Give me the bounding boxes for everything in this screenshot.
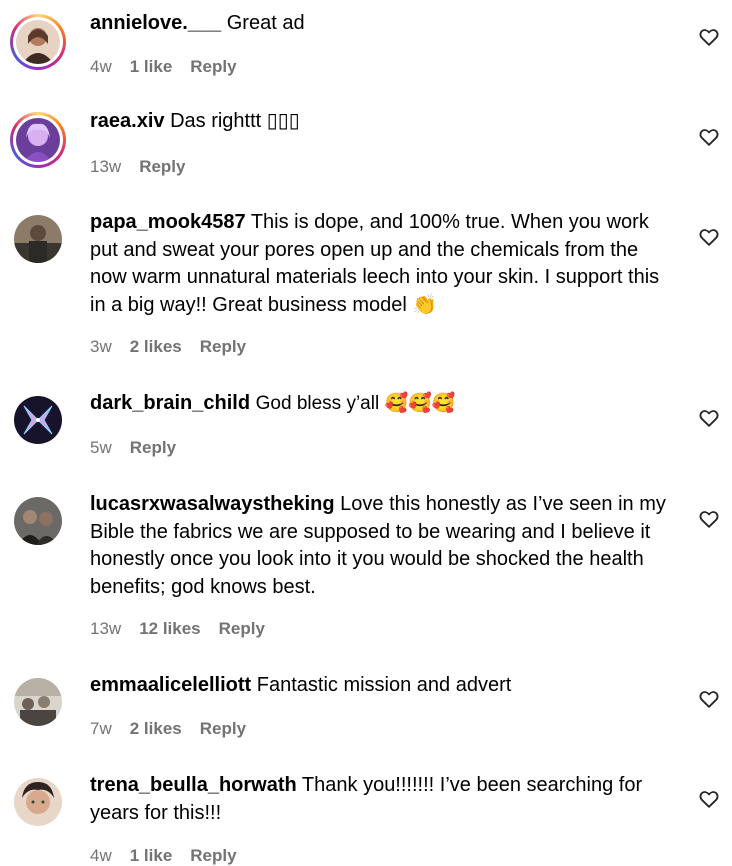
reply-button[interactable]: Reply [190,57,236,76]
comment-text: dark_brain_child God bless y’all 🥰🥰🥰 [90,390,680,418]
comments-list: annielove.___ Great ad 4w 1 like Reply rae… [0,0,732,865]
reply-button[interactable]: Reply [200,719,246,738]
comment-meta: 7w 2 likes Reply [90,719,264,739]
comment-text: trena_beulla_horwath Thank you!!!!!!! I’… [90,772,680,827]
avatar[interactable] [10,213,66,269]
reply-button[interactable]: Reply [219,619,265,638]
comment-meta: 5w Reply [90,438,194,458]
comment-text: raea.xiv Das righttt ▯▯▯ [90,108,680,136]
reply-button[interactable]: Reply [139,157,185,176]
heart-outline-icon[interactable] [698,126,720,148]
username-link[interactable]: lucasrxwasalwaystheking [90,493,335,515]
heart-outline-icon[interactable] [698,788,720,810]
comment-meta: 13w 12 likes Reply [90,619,283,639]
comment-time: 13w [90,619,122,638]
likes-count[interactable]: 2 likes [130,719,182,738]
comment-meta: 4w 1 like Reply [90,57,255,77]
comment-text: emmaalicelelliott Fantastic mission and … [90,672,680,700]
username-link[interactable]: raea.xiv [90,110,165,132]
heart-outline-icon[interactable] [698,508,720,530]
likes-count[interactable]: 2 likes [130,337,182,356]
comment-text: papa_mook4587 This is dope, and 100% tru… [90,209,680,319]
comment-body: Das righttt ▯▯▯ [170,110,300,132]
comment-meta: 13w Reply [90,157,203,177]
heart-outline-icon[interactable] [698,688,720,710]
avatar[interactable] [10,394,66,450]
heart-outline-icon[interactable] [698,26,720,48]
username-link[interactable]: dark_brain_child [90,392,250,414]
avatar[interactable] [10,14,66,70]
avatar[interactable] [10,495,66,551]
comment-body: Fantastic mission and advert [256,674,512,696]
comment-text: lucasrxwasalwaystheking Love this honest… [90,491,680,601]
reply-button[interactable]: Reply [190,846,236,865]
username-link[interactable]: papa_mook4587 [90,211,246,233]
comment-meta: 3w 2 likes Reply [90,337,264,357]
comment-time: 5w [90,438,112,457]
reply-button[interactable]: Reply [130,438,176,457]
avatar[interactable] [10,676,66,732]
comment-body: Great ad [226,12,305,34]
heart-outline-icon[interactable] [698,407,720,429]
comment-body: God bless y’all 🥰🥰🥰 [255,393,456,414]
username-link[interactable]: annielove.___ [90,12,221,34]
avatar[interactable] [10,112,66,168]
comment-time: 7w [90,719,112,738]
heart-outline-icon[interactable] [698,226,720,248]
username-link[interactable]: emmaalicelelliott [90,674,251,696]
comment-text: annielove.___ Great ad [90,10,680,38]
comment-time: 4w [90,57,112,76]
comment-time: 4w [90,846,112,865]
comment-time: 13w [90,157,122,176]
likes-count[interactable]: 12 likes [139,619,200,638]
comment-meta: 4w 1 like Reply [90,846,255,866]
likes-count[interactable]: 1 like [130,57,173,76]
username-link[interactable]: trena_beulla_horwath [90,774,297,796]
likes-count[interactable]: 1 like [130,846,173,865]
avatar[interactable] [10,776,66,832]
reply-button[interactable]: Reply [200,337,246,356]
comment-time: 3w [90,337,112,356]
